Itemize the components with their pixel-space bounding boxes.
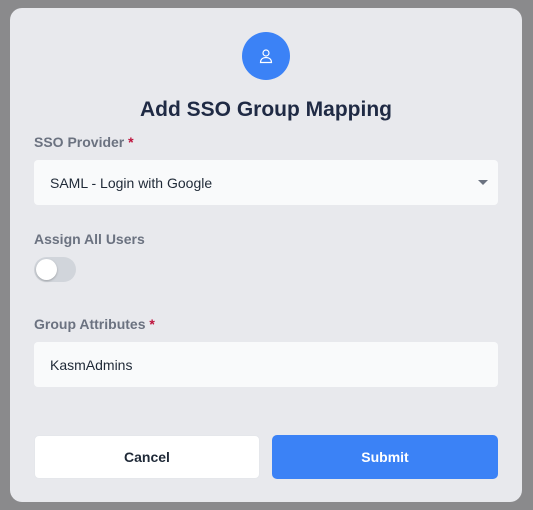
sso-provider-label: SSO Provider * — [34, 134, 134, 150]
toggle-knob — [36, 259, 57, 280]
cancel-button[interactable]: Cancel — [34, 435, 260, 479]
user-icon — [259, 49, 273, 64]
required-marker: * — [149, 316, 155, 332]
dialog-header-icon — [242, 32, 290, 80]
sso-provider-select[interactable]: SAML - Login with Google — [34, 160, 498, 205]
chevron-down-icon — [478, 180, 488, 185]
group-attributes-input[interactable] — [34, 342, 498, 387]
sso-provider-selected-value: SAML - Login with Google — [50, 174, 213, 191]
assign-all-users-label: Assign All Users — [34, 231, 145, 247]
sso-provider-label-text: SSO Provider — [34, 134, 125, 150]
dialog-title: Add SSO Group Mapping — [140, 98, 392, 121]
submit-button[interactable]: Submit — [272, 435, 498, 479]
assign-all-users-toggle[interactable] — [34, 257, 76, 282]
group-attributes-label-text: Group Attributes — [34, 316, 146, 332]
group-attributes-label: Group Attributes * — [34, 316, 155, 332]
required-marker: * — [128, 134, 134, 150]
sso-group-mapping-dialog: Add SSO Group Mapping SSO Provider * SAM… — [10, 8, 522, 502]
